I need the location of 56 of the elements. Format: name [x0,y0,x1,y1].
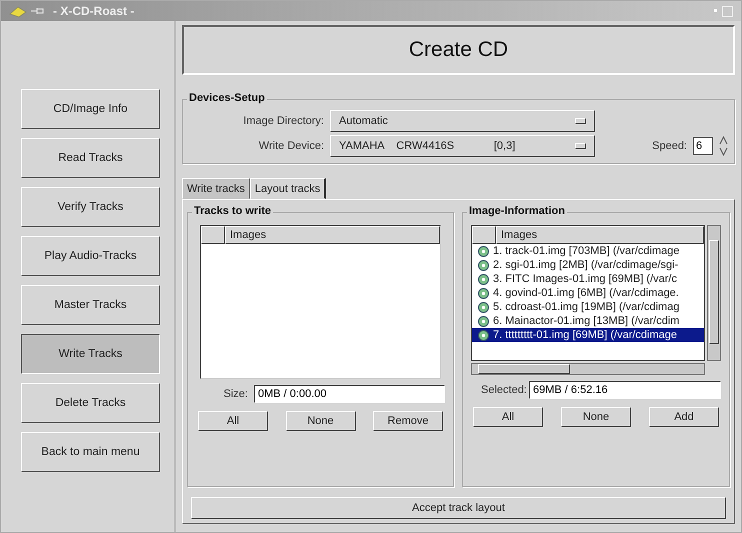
action-button[interactable]: All [198,411,268,431]
action-button[interactable]: Remove [373,411,443,431]
tab[interactable]: Layout tracks [250,178,326,199]
image-row[interactable]: 5. cdroast-01.img [19MB] (/var/cdimag [472,300,704,314]
cd-icon [478,246,489,256]
group-title: Tracks to write [192,205,274,217]
action-button[interactable]: All [473,407,543,427]
speed-field[interactable]: 6 [693,137,713,155]
accept-button[interactable]: Accept track layout [191,497,726,519]
sidebar-button[interactable]: Back to main menu [21,432,160,472]
app-icon [9,4,27,18]
spin-arrows-icon[interactable] [719,136,728,156]
vertical-scrollbar[interactable] [707,225,721,361]
action-button[interactable]: None [561,407,631,427]
track-list[interactable]: Images [200,225,441,379]
cd-icon [478,330,489,340]
group-title: Devices-Setup [187,92,267,104]
sidebar-button[interactable]: CD/Image Info [21,89,160,129]
field-label: Image Directory: [242,115,324,127]
field-label: Write Device: [258,140,324,152]
sidebar-button[interactable]: Verify Tracks [21,187,160,227]
image-row[interactable]: 7. ttttttttt-01.img [69MB] (/var/cdimage [472,328,704,342]
sidebar-button[interactable]: Read Tracks [21,138,160,178]
image-row[interactable]: 2. sgi-01.img [2MB] (/var/cdimage/sgi- [472,258,704,272]
sidebar-button[interactable]: Delete Tracks [21,383,160,423]
cd-icon [478,274,489,284]
field-label: Size: [222,388,248,400]
horizontal-scrollbar[interactable] [471,363,705,375]
cd-icon [478,260,489,270]
cd-icon [478,302,489,312]
image-row[interactable]: 3. FITC Images-01.img [69MB] (/var/c [472,272,704,286]
tab[interactable]: Write tracks [182,178,250,199]
header-corner [472,226,496,244]
sidebar-button[interactable]: Master Tracks [21,285,160,325]
field-label: Speed: [652,140,687,152]
sidebar-button[interactable]: Play Audio-Tracks [21,236,160,276]
page-heading: Create CD [182,25,735,75]
size-field[interactable]: 0MB / 0:00.00 [254,385,445,403]
sidebar-button[interactable]: Write Tracks [21,334,160,374]
device-dropdown[interactable]: YAMAHA CRW4416S [0,3] [330,135,595,157]
cd-icon [478,288,489,298]
cd-icon [478,316,489,326]
column-header[interactable]: Images [496,226,704,244]
window-title: - X-CD-Roast - [53,4,134,18]
pin-icon[interactable] [31,6,45,16]
image-list[interactable] [471,225,705,361]
image-row[interactable]: 1. track-01.img [703MB] (/var/cdimage [472,244,704,258]
directory-dropdown[interactable]: Automatic [330,110,595,132]
selected-field[interactable]: 69MB / 6:52.16 [529,381,721,399]
header-corner [201,226,225,244]
column-header[interactable]: Images [225,226,440,244]
action-button[interactable]: Add [649,407,719,427]
image-row[interactable]: 4. govind-01.img [6MB] (/var/cdimage. [472,286,704,300]
image-row[interactable]: 6. Mainactor-01.img [13MB] (/var/cdim [472,314,704,328]
action-button[interactable]: None [286,411,356,431]
group-title: Image-Information [467,205,567,217]
